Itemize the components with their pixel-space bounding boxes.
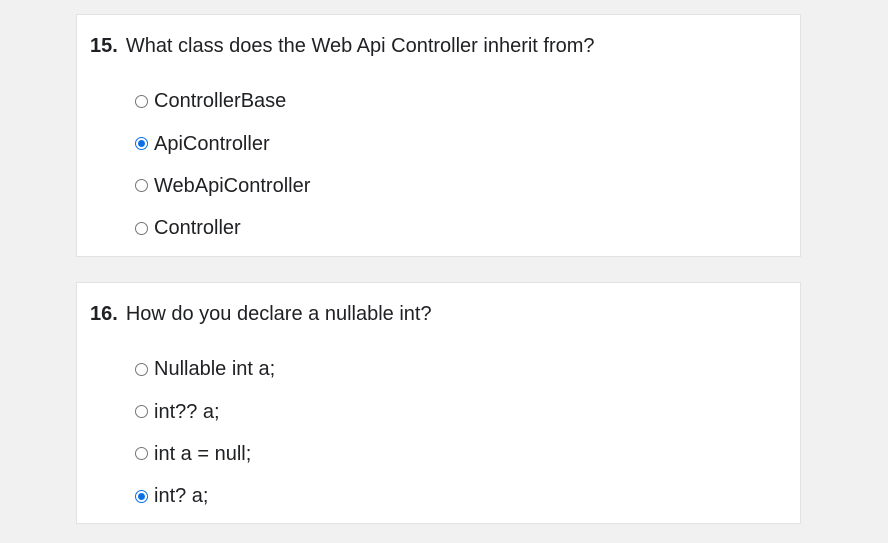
question-text: What class does the Web Api Controller i… bbox=[125, 35, 595, 57]
radio-button[interactable] bbox=[135, 362, 148, 376]
radio-button[interactable] bbox=[135, 405, 148, 419]
quiz-page: 15. What class does the Web Api Controlle… bbox=[0, 0, 888, 543]
answer-label: ControllerBase bbox=[154, 90, 287, 113]
answer-label: int?? a; bbox=[154, 400, 220, 423]
answer-options: Nullable int a; int?? a; int a = null; i… bbox=[135, 348, 275, 518]
answer-label: ApiController bbox=[154, 132, 270, 155]
answer-option-webapicontroller[interactable]: WebApiController bbox=[135, 165, 310, 207]
answer-option-int-double-question[interactable]: int?? a; bbox=[135, 390, 275, 432]
answer-option-apicontroller[interactable]: ApiController bbox=[135, 122, 310, 164]
question-card-16: 16. How do you declare a nullable int? Nu… bbox=[76, 282, 801, 524]
question-card-15: 15. What class does the Web Api Controlle… bbox=[76, 14, 801, 257]
radio-button[interactable] bbox=[135, 489, 148, 503]
answer-option-controller[interactable]: Controller bbox=[135, 207, 310, 249]
radio-button[interactable] bbox=[135, 94, 148, 108]
question-number: 16. bbox=[90, 303, 118, 325]
answer-label: WebApiController bbox=[154, 174, 311, 197]
answer-option-nullable-int[interactable]: Nullable int a; bbox=[135, 348, 275, 390]
answer-option-controllerbase[interactable]: ControllerBase bbox=[135, 80, 310, 122]
radio-button[interactable] bbox=[135, 137, 148, 151]
radio-button[interactable] bbox=[135, 179, 148, 193]
answer-label: int a = null; bbox=[154, 442, 252, 465]
answer-label: Nullable int a; bbox=[154, 358, 276, 381]
answer-option-int-null[interactable]: int a = null; bbox=[135, 433, 275, 475]
answer-option-int-question[interactable]: int? a; bbox=[135, 475, 275, 517]
answer-options: ControllerBase ApiController WebApiContr… bbox=[135, 80, 310, 250]
question-heading: 15. What class does the Web Api Controlle… bbox=[90, 34, 595, 58]
answer-label: int? a; bbox=[154, 485, 209, 508]
question-heading: 16. How do you declare a nullable int? bbox=[90, 302, 432, 326]
radio-button[interactable] bbox=[135, 447, 148, 461]
answer-label: Controller bbox=[154, 217, 241, 240]
question-text: How do you declare a nullable int? bbox=[125, 303, 432, 325]
question-number: 15. bbox=[90, 35, 118, 57]
radio-button[interactable] bbox=[135, 221, 148, 235]
